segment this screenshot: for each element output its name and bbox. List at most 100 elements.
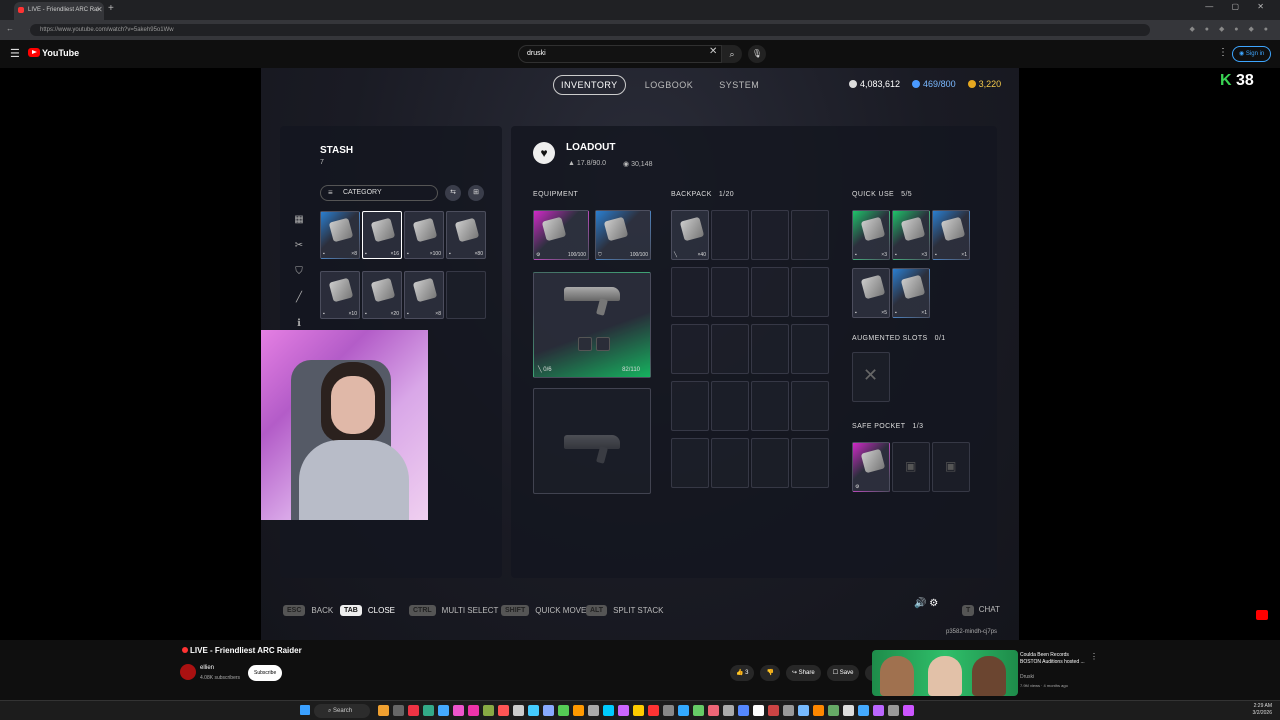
quick-use-item[interactable]: ▪ ×5	[852, 268, 890, 318]
backpack-empty-slot[interactable]	[671, 267, 709, 317]
browser-tab[interactable]: LIVE - Friendliest ARC Rai	[14, 2, 104, 20]
recommended-channel[interactable]: Druski	[1020, 674, 1034, 680]
tab-inventory[interactable]: INVENTORY	[553, 75, 626, 95]
url-field[interactable]: https://www.youtube.com/watch?v=5akeh95o…	[30, 24, 1150, 36]
equipment-shield-slot[interactable]: ⛉ 100/100	[595, 210, 651, 260]
quick-use-item[interactable]: ▪ ×1	[932, 210, 970, 260]
stash-item[interactable]: ▪ ×10	[320, 271, 360, 319]
stash-item[interactable]: ▪ ×80	[446, 211, 486, 259]
materials-icon[interactable]: ✂	[292, 240, 306, 256]
taskbar-app-icon[interactable]	[873, 705, 884, 716]
taskbar-app-icon[interactable]	[828, 705, 839, 716]
window-controls[interactable]: — ▢ ✕	[1205, 2, 1272, 11]
backpack-empty-slot[interactable]	[751, 438, 789, 488]
windows-start-icon[interactable]	[300, 705, 310, 715]
more-options-icon[interactable]: ⋮	[1218, 47, 1228, 58]
search-input[interactable]: druski	[518, 45, 722, 63]
hint-back[interactable]: ESC BACK	[283, 605, 333, 616]
stash-empty-slot[interactable]	[446, 271, 486, 319]
video-player[interactable]: K 38 INVENTORY LOGBOOK SYSTEM 4,083,612 …	[0, 68, 1280, 640]
augmented-slot[interactable]: ✕	[852, 352, 890, 402]
taskbar-app-icon[interactable]	[408, 705, 419, 716]
hint-split-stack[interactable]: ALT SPLIT STACK	[586, 605, 663, 616]
primary-weapon-slot[interactable]: ╲ 0/6 82/110	[533, 272, 651, 378]
safe-pocket-slot-2[interactable]: ▣	[892, 442, 930, 492]
hint-quick-move[interactable]: SHIFT QUICK MOVE	[501, 605, 586, 616]
taskbar-app-icon[interactable]	[678, 705, 689, 716]
taskbar-app-icon[interactable]	[438, 705, 449, 716]
backpack-empty-slot[interactable]	[671, 438, 709, 488]
backpack-empty-slot[interactable]	[751, 267, 789, 317]
quick-use-item[interactable]: ▪ ×3	[852, 210, 890, 260]
backpack-empty-slot[interactable]	[791, 324, 829, 374]
taskbar-app-icon[interactable]	[903, 705, 914, 716]
shield-icon[interactable]: ⛉	[292, 266, 306, 282]
stash-item[interactable]: ▪ ×16	[362, 211, 402, 259]
taskbar-app-icon[interactable]	[648, 705, 659, 716]
stash-item[interactable]: ▪ ×20	[362, 271, 402, 319]
weapon-icon[interactable]: ╱	[292, 292, 306, 308]
hint-close[interactable]: TAB CLOSE	[340, 605, 395, 616]
taskbar-app-icon[interactable]	[888, 705, 899, 716]
taskbar-app-icon[interactable]	[498, 705, 509, 716]
attachment-slot-2[interactable]	[596, 337, 610, 351]
taskbar-app-icon[interactable]	[558, 705, 569, 716]
taskbar-app-icon[interactable]	[813, 705, 824, 716]
extension-icons[interactable]: ◆ ● ◆ ● ◆ ●	[1189, 25, 1272, 33]
backpack-empty-slot[interactable]	[791, 267, 829, 317]
backpack-empty-slot[interactable]	[791, 381, 829, 431]
backpack-empty-slot[interactable]	[751, 324, 789, 374]
all-items-icon[interactable]: ▦	[292, 214, 306, 230]
channel-avatar[interactable]	[180, 664, 196, 680]
taskbar-app-icon[interactable]	[423, 705, 434, 716]
dislike-button[interactable]: 👎	[760, 665, 780, 681]
backpack-empty-slot[interactable]	[791, 438, 829, 488]
taskbar-app-icon[interactable]	[738, 705, 749, 716]
stash-item[interactable]: ▪ ×8	[320, 211, 360, 259]
taskbar-app-icon[interactable]	[378, 705, 389, 716]
taskbar-app-icon[interactable]	[858, 705, 869, 716]
menu-icon[interactable]: ☰	[10, 47, 20, 60]
taskbar-app-icon[interactable]	[453, 705, 464, 716]
backpack-empty-slot[interactable]	[711, 210, 749, 260]
backpack-empty-slot[interactable]	[791, 210, 829, 260]
search-button[interactable]: ⌕	[722, 45, 742, 63]
organize-button[interactable]: ⊞	[468, 185, 484, 201]
taskbar-app-icon[interactable]	[393, 705, 404, 716]
backpack-empty-slot[interactable]	[671, 381, 709, 431]
share-button[interactable]: ↪ Share	[785, 665, 821, 681]
backpack-empty-slot[interactable]	[751, 381, 789, 431]
backpack-empty-slot[interactable]	[711, 267, 749, 317]
taskbar-app-icon[interactable]	[723, 705, 734, 716]
taskbar-app-icon[interactable]	[468, 705, 479, 716]
quick-use-item[interactable]: ▪ ×3	[892, 210, 930, 260]
hint-chat[interactable]: T CHAT	[962, 605, 1000, 616]
stash-item[interactable]: ▪ ×8	[404, 271, 444, 319]
taskbar-app-icon[interactable]	[528, 705, 539, 716]
quick-use-item[interactable]: ▪ ×1	[892, 268, 930, 318]
voice-search-button[interactable]: 🎙	[748, 45, 766, 63]
taskbar-app-icon[interactable]	[693, 705, 704, 716]
taskbar-app-icon[interactable]	[843, 705, 854, 716]
taskbar-app-icon[interactable]	[483, 705, 494, 716]
subscribe-button[interactable]: Subscribe	[248, 665, 283, 681]
category-dropdown[interactable]: CATEGORY	[320, 185, 438, 201]
taskbar-app-icon[interactable]	[663, 705, 674, 716]
like-button[interactable]: 👍 3	[730, 665, 755, 681]
safe-pocket-slot-1[interactable]: ⚙	[852, 442, 890, 492]
taskbar-app-icon[interactable]	[753, 705, 764, 716]
sign-in-button[interactable]: ◉ Sign in	[1232, 46, 1272, 62]
safe-pocket-slot-3[interactable]: ▣	[932, 442, 970, 492]
equipment-augment-slot[interactable]: ⚙ 100/100	[533, 210, 589, 260]
save-button[interactable]: ☐ Save	[826, 665, 860, 681]
sort-button[interactable]: ⇆	[445, 185, 461, 201]
taskbar-app-icon[interactable]	[768, 705, 779, 716]
tab-close-icon[interactable]: ✕	[96, 5, 103, 14]
taskbar-app-icon[interactable]	[618, 705, 629, 716]
taskbar-search[interactable]: ⌕ Search	[314, 704, 370, 718]
taskbar-app-icon[interactable]	[708, 705, 719, 716]
recommended-more-icon[interactable]: ⋮	[1090, 652, 1098, 661]
hint-multi-select[interactable]: CTRL MULTI SELECT	[409, 605, 498, 616]
youtube-watermark-icon[interactable]	[1256, 610, 1268, 620]
channel-name[interactable]: ellien	[200, 665, 214, 671]
